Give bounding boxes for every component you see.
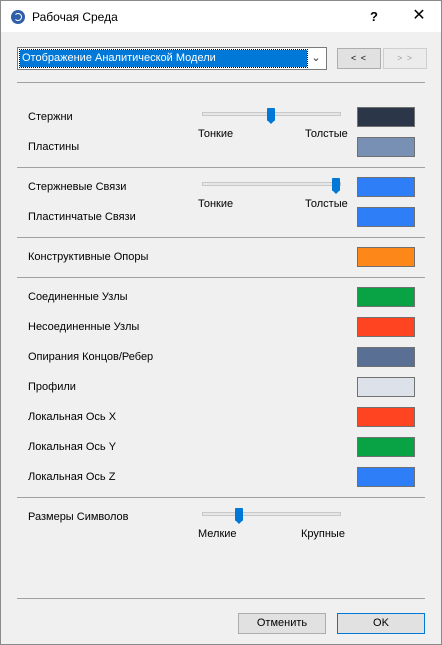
symbol-small-label: Мелкие: [198, 528, 237, 540]
unconnected-nodes-label: Несоединенные Узлы: [28, 321, 140, 333]
bar-links-color-swatch[interactable]: [357, 177, 415, 197]
close-button[interactable]: ✕: [397, 1, 441, 32]
view-dropdown[interactable]: Отображение Аналитической Модели ⌄: [17, 47, 327, 70]
dialog-window: Рабочая Среда ? ✕ Отображение Аналитичес…: [0, 0, 442, 645]
symbol-large-label: Крупные: [301, 528, 345, 540]
divider: [17, 167, 425, 168]
bar-links-label: Стержневые Связи: [28, 181, 127, 193]
chevron-down-icon[interactable]: ⌄: [310, 52, 322, 64]
bars-color-swatch[interactable]: [357, 107, 415, 127]
plates-color-swatch[interactable]: [357, 137, 415, 157]
plate-links-color-swatch[interactable]: [357, 207, 415, 227]
plate-links-label: Пластинчатые Связи: [28, 211, 136, 223]
previous-view-button[interactable]: < <: [337, 48, 381, 69]
links-thick-label: Толстые: [305, 198, 348, 210]
links-thickness-slider[interactable]: [202, 182, 341, 186]
title-bar[interactable]: Рабочая Среда ? ✕: [1, 1, 441, 32]
bars-label: Стержни: [28, 111, 73, 123]
members-thick-label: Толстые: [305, 128, 348, 140]
window-title: Рабочая Среда: [32, 10, 118, 24]
unconnected-nodes-color-swatch[interactable]: [357, 317, 415, 337]
end-edge-supports-label: Опирания Концов/Ребер: [28, 351, 154, 363]
ok-button[interactable]: OK: [337, 613, 425, 634]
divider: [17, 497, 425, 498]
help-button[interactable]: ?: [355, 1, 393, 32]
profiles-label: Профили: [28, 381, 76, 393]
symbol-size-label: Размеры Символов: [28, 511, 129, 523]
members-thickness-slider-thumb[interactable]: [266, 108, 275, 124]
connected-nodes-label: Соединенные Узлы: [28, 291, 128, 303]
end-edge-supports-color-swatch[interactable]: [357, 347, 415, 367]
links-thickness-slider-thumb[interactable]: [332, 178, 340, 194]
app-logo-icon: [11, 10, 25, 24]
plates-label: Пластины: [28, 141, 80, 153]
divider: [17, 277, 425, 278]
local-axis-z-label: Локальная Ось Z: [28, 471, 116, 483]
divider: [17, 82, 425, 83]
view-dropdown-value: Отображение Аналитической Модели: [19, 49, 308, 68]
divider: [17, 237, 425, 238]
divider: [17, 598, 425, 599]
local-axis-x-color-swatch[interactable]: [357, 407, 415, 427]
symbol-size-slider-thumb[interactable]: [235, 508, 244, 524]
connected-nodes-color-swatch[interactable]: [357, 287, 415, 307]
links-thin-label: Тонкие: [198, 198, 234, 210]
local-axis-x-label: Локальная Ось X: [28, 411, 117, 423]
cancel-button[interactable]: Отменить: [238, 613, 326, 634]
local-axis-y-label: Локальная Ось Y: [28, 441, 117, 453]
supports-color-swatch[interactable]: [357, 247, 415, 267]
next-view-button[interactable]: > >: [383, 48, 427, 69]
supports-label: Конструктивные Опоры: [28, 251, 149, 263]
members-thin-label: Тонкие: [198, 128, 234, 140]
symbol-size-slider[interactable]: [202, 512, 341, 516]
local-axis-z-color-swatch[interactable]: [357, 467, 415, 487]
local-axis-y-color-swatch[interactable]: [357, 437, 415, 457]
profiles-color-swatch[interactable]: [357, 377, 415, 397]
